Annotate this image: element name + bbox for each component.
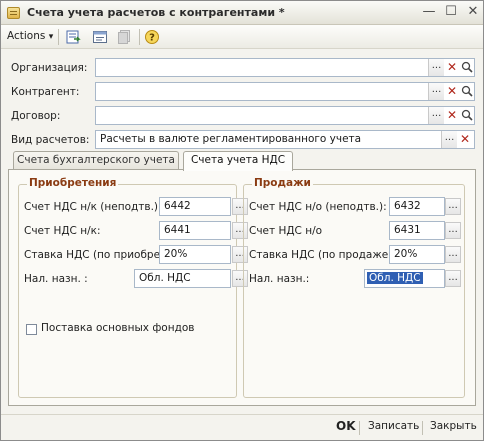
actions-menu[interactable]: Actions ▾ xyxy=(7,30,53,42)
settlement-type-label: Вид расчетов: xyxy=(11,134,90,146)
copy-icon[interactable] xyxy=(116,29,132,45)
search-icon[interactable] xyxy=(460,107,474,124)
organization-label: Организация: xyxy=(11,62,88,74)
purchase-vat-label: Счет НДС н/к: xyxy=(24,225,101,237)
close-form-button[interactable]: Закрыть xyxy=(430,420,477,432)
toolbar: Actions ▾ ? xyxy=(1,25,483,49)
organization-field[interactable]: ... ✕ xyxy=(95,58,475,77)
tab-panel-vat: Приобретения Счет НДС н/к (неподтв.): 64… xyxy=(8,169,476,406)
toolbar-divider xyxy=(58,29,59,45)
ok-button[interactable]: OK xyxy=(336,419,356,433)
sales-vat-label: Счет НДС н/о xyxy=(249,225,323,237)
sales-tax-purpose-select-button[interactable]: ... xyxy=(445,270,461,287)
help-icon[interactable]: ? xyxy=(144,29,160,45)
footer-divider xyxy=(359,421,360,435)
contract-field[interactable]: ... ✕ xyxy=(95,106,475,125)
organization-select-button[interactable]: ... xyxy=(428,59,444,76)
sales-vat-unconfirmed-label: Счет НДС н/о (неподтв.): xyxy=(249,201,387,213)
purchase-vat-rate-label: Ставка НДС (по приобре... xyxy=(24,249,171,261)
purchase-vat-unconfirmed-field[interactable]: 6442 xyxy=(159,197,231,216)
clear-icon[interactable]: ✕ xyxy=(458,131,472,148)
fixed-assets-checkbox[interactable] xyxy=(26,324,37,335)
footer-divider xyxy=(422,421,423,435)
close-button[interactable]: ✕ xyxy=(464,4,482,21)
sales-tax-purpose-label: Нал. назн.: xyxy=(249,273,310,285)
clear-icon[interactable]: ✕ xyxy=(445,83,459,100)
purchase-vat-unconfirmed-label: Счет НДС н/к (неподтв.): xyxy=(24,201,162,213)
contract-select-button[interactable]: ... xyxy=(428,107,444,124)
toolbar-divider xyxy=(139,29,140,45)
purchases-group: Приобретения Счет НДС н/к (неподтв.): 64… xyxy=(18,177,248,398)
title-bar: Счета учета расчетов с контрагентами * —… xyxy=(1,1,483,25)
sales-group-title: Продажи xyxy=(252,177,313,189)
search-icon[interactable] xyxy=(460,59,474,76)
tab-accounting-accounts[interactable]: Счета бухгалтерского учета xyxy=(13,151,179,170)
sales-vat-rate-label: Ставка НДС (по продаже): xyxy=(249,249,396,261)
purchase-tax-purpose-field[interactable]: Обл. НДС xyxy=(134,269,231,288)
post-document-icon[interactable] xyxy=(65,29,81,45)
window: Счета учета расчетов с контрагентами * —… xyxy=(0,0,484,441)
clear-icon[interactable]: ✕ xyxy=(445,59,459,76)
search-icon[interactable] xyxy=(460,83,474,100)
counterparty-select-button[interactable]: ... xyxy=(428,83,444,100)
actions-label: Actions xyxy=(7,30,46,42)
sales-vat-rate-field[interactable]: 20% xyxy=(389,245,445,264)
purchases-group-title: Приобретения xyxy=(27,177,119,189)
footer-bar: OK Записать Закрыть xyxy=(1,414,483,440)
settlement-type-field[interactable]: Расчеты в валюте регламентированного уче… xyxy=(95,130,475,149)
edit-form-icon[interactable] xyxy=(92,29,108,45)
settlement-type-select-button[interactable]: ... xyxy=(441,131,457,148)
save-button[interactable]: Записать xyxy=(368,420,419,432)
counterparty-field[interactable]: ... ✕ xyxy=(95,82,475,101)
sales-vat-unconfirmed-select-button[interactable]: ... xyxy=(445,198,461,215)
sales-vat-rate-select-button[interactable]: ... xyxy=(445,246,461,263)
window-title: Счета учета расчетов с контрагентами * xyxy=(27,6,285,19)
chevron-down-icon: ▾ xyxy=(48,32,54,42)
purchase-vat-rate-field[interactable]: 20% xyxy=(159,245,231,264)
tab-vat-accounts[interactable]: Счета учета НДС xyxy=(183,151,293,171)
sales-group: Продажи Счет НДС н/о (неподтв.): 6432 ..… xyxy=(243,177,465,398)
app-window-icon xyxy=(7,7,20,19)
purchase-vat-field[interactable]: 6441 xyxy=(159,221,231,240)
maximize-button[interactable]: ☐ xyxy=(442,4,460,21)
clear-icon[interactable]: ✕ xyxy=(445,107,459,124)
sales-tax-purpose-field[interactable]: Обл. НДС xyxy=(364,269,445,288)
fixed-assets-label: Поставка основных фондов xyxy=(41,322,195,334)
contract-label: Договор: xyxy=(11,110,61,122)
purchase-tax-purpose-label: Нал. назн. : xyxy=(24,273,88,285)
sales-vat-unconfirmed-field[interactable]: 6432 xyxy=(389,197,445,216)
minimize-button[interactable]: — xyxy=(420,4,438,21)
sales-vat-select-button[interactable]: ... xyxy=(445,222,461,239)
svg-text:?: ? xyxy=(149,33,155,44)
sales-vat-field[interactable]: 6431 xyxy=(389,221,445,240)
counterparty-label: Контрагент: xyxy=(11,86,80,98)
